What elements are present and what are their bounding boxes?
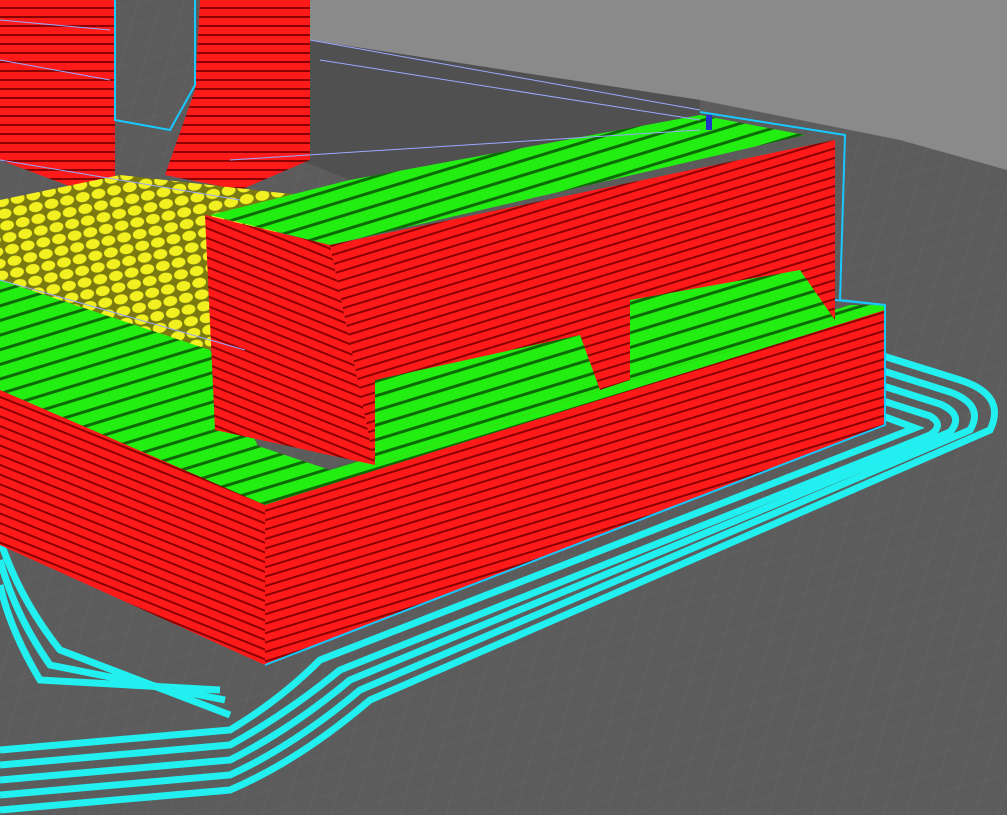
layer-view-viewport[interactable] <box>0 0 1007 815</box>
nozzle-marker-icon <box>706 115 712 130</box>
print-preview-canvas[interactable] <box>0 0 1007 815</box>
